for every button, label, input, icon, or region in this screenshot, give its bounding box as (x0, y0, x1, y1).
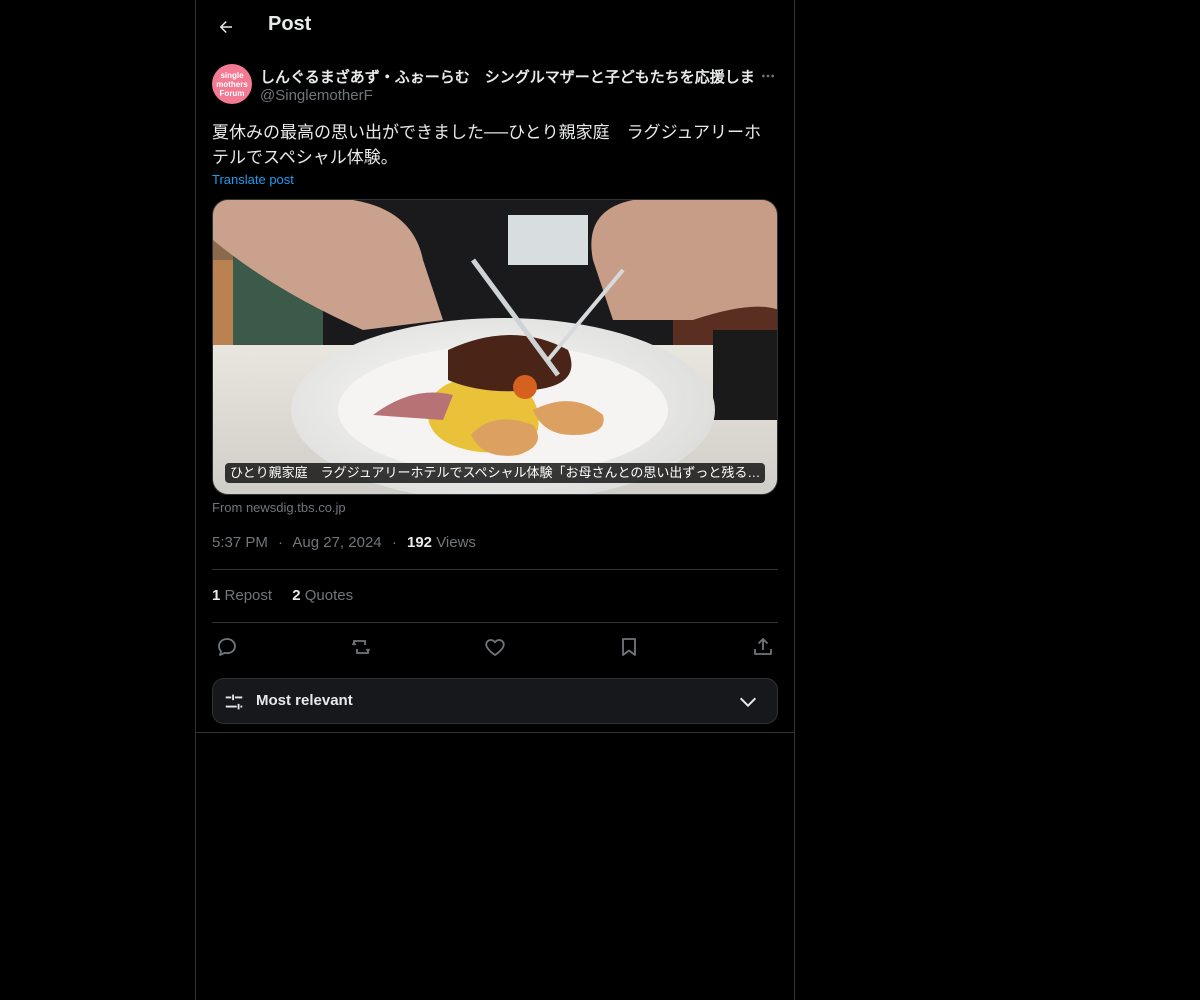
post-article: single mothers Forum しんぐるまざあず・ふぉーらむ シングル… (212, 64, 778, 724)
more-horizontal-icon (762, 74, 774, 78)
translate-post-link[interactable]: Translate post (212, 172, 294, 187)
divider (212, 622, 778, 623)
sort-label: Most relevant (256, 692, 353, 709)
page-title: Post (268, 13, 312, 35)
chevron-down-icon (739, 697, 757, 708)
reposts-count: 1 (212, 587, 221, 604)
bookmark-icon (622, 638, 636, 656)
share-button[interactable] (751, 635, 775, 659)
card-image (213, 200, 777, 494)
more-options-button[interactable] (758, 66, 778, 86)
bookmark-button[interactable] (617, 635, 641, 659)
post-date[interactable]: Aug 27, 2024 (292, 534, 381, 551)
divider (196, 732, 794, 733)
arrow-left-icon (219, 21, 232, 33)
views-count: 192 (406, 534, 433, 551)
quotes-stat[interactable]: 2 Quotes (292, 587, 353, 604)
meta-separator: · (278, 534, 284, 551)
sliders-icon (225, 694, 243, 710)
card-caption: ひとり親家庭 ラグジュアリーホテルでスペシャル体験「お母さんとの思い出ずっと残る… (225, 463, 765, 483)
card-source-link[interactable]: From newsdig.tbs.co.jp (212, 500, 346, 515)
meta-separator: · (391, 534, 397, 551)
link-card[interactable]: ひとり親家庭 ラグジュアリーホテルでスペシャル体験「お母さんとの思い出ずっと残る… (212, 199, 778, 495)
quotes-count: 2 (292, 587, 301, 604)
reply-icon (218, 638, 236, 656)
divider (212, 569, 778, 570)
repost-button[interactable] (349, 635, 373, 659)
post-text: 夏休みの最高の思い出ができました──ひとり親家庭 ラグジュアリーホテルでスペシャ… (212, 123, 762, 167)
avatar[interactable]: single mothers Forum (212, 64, 252, 104)
avatar-text-line: Forum (219, 88, 245, 98)
engagement-stats: 1 Repost 2 Quotes (212, 587, 369, 604)
heart-icon (485, 639, 505, 656)
author-handle[interactable]: @SinglemotherF (260, 87, 373, 104)
primary-column: Post single mothers Forum しんぐるまざあず・ふぉーらむ… (195, 0, 795, 1000)
post-time[interactable]: 5:37 PM (212, 534, 268, 551)
author-row: single mothers Forum しんぐるまざあず・ふぉーらむ シングル… (212, 64, 778, 108)
reply-sort-dropdown[interactable]: Most relevant (212, 678, 778, 724)
avatar-text-line: single (220, 70, 244, 80)
reposts-label: Repost (224, 587, 273, 604)
like-button[interactable] (483, 635, 507, 659)
reposts-stat[interactable]: 1 Repost (212, 587, 272, 604)
views-label: Views (436, 534, 476, 551)
back-button[interactable] (212, 13, 240, 41)
repost-icon (351, 640, 371, 654)
reply-button[interactable] (215, 635, 239, 659)
share-icon (754, 638, 772, 655)
post-meta: 5:37 PM · Aug 27, 2024 · 192 Views (212, 534, 476, 551)
quotes-label: Quotes (304, 587, 354, 604)
action-bar (212, 632, 778, 662)
page-header: Post (196, 0, 794, 54)
avatar-text-line: mothers (216, 79, 248, 89)
author-display-name[interactable]: しんぐるまざあず・ふぉーらむ シングルマザーと子どもたちを応援しま (260, 66, 754, 87)
